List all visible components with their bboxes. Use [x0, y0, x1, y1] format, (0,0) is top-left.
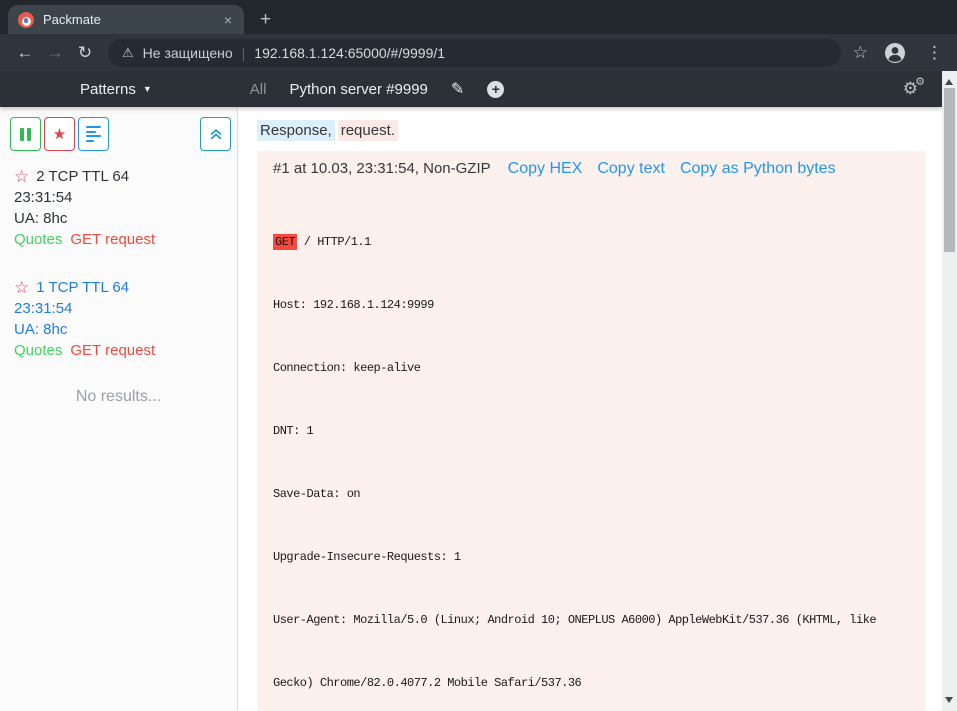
chevron-double-up-icon [209, 127, 223, 141]
avatar[interactable] [884, 42, 906, 64]
gear-small-icon: ⚙ [915, 75, 925, 88]
settings-gears-icon[interactable]: ⚙ ⚙ [903, 79, 918, 99]
header-line: Upgrade-Insecure-Requests: 1 [273, 547, 916, 568]
tag-quotes: Quotes [14, 231, 62, 248]
caret-down-icon: ▼ [143, 84, 152, 94]
profile-icon [884, 42, 906, 64]
http-method-highlight: GET [273, 234, 297, 250]
tag-get-request: GET request [70, 342, 155, 359]
app-navbar: Patterns ▼ All Python server #9999 ✎ + ⚙… [0, 71, 942, 107]
stream-time: 23:31:54 [14, 298, 223, 319]
copy-python-bytes-link[interactable]: Copy as Python bytes [680, 160, 836, 178]
legend-request: request. [338, 120, 398, 141]
legend-response: Response, [257, 120, 335, 141]
url-bar[interactable]: ⚠ Не защищено | 192.168.1.124:65000/#/99… [108, 39, 841, 67]
stream-tags: Quotes GET request [14, 229, 223, 250]
color-legend: Response,request. [257, 122, 926, 139]
stream-list: ☆ 2 TCP TTL 64 23:31:54 UA: 8hc Quotes GE… [0, 151, 237, 406]
align-left-icon [86, 124, 101, 145]
browser-tab-bar: Packmate × + [0, 0, 957, 34]
header-line: Connection: keep-alive [273, 358, 916, 379]
stream-ua: UA: 8hc [14, 319, 223, 340]
packmate-favicon-icon [18, 12, 34, 28]
request-line: GET / HTTP/1.1 [273, 232, 916, 253]
patterns-dropdown[interactable]: Patterns ▼ [80, 81, 152, 98]
not-secure-warning-icon[interactable]: ⚠ [122, 45, 134, 61]
scrollbar-thumb[interactable] [944, 88, 955, 252]
tag-quotes: Quotes [14, 342, 62, 359]
request-payload: GET / HTTP/1.1 Host: 192.168.1.124:9999 … [273, 190, 916, 711]
stream-time: 23:31:54 [14, 187, 223, 208]
patterns-label: Patterns [80, 81, 136, 98]
header-line: Save-Data: on [273, 484, 916, 505]
sidebar-controls: ★ [0, 117, 237, 151]
page: Patterns ▼ All Python server #9999 ✎ + ⚙… [0, 71, 957, 711]
header-line: DNT: 1 [273, 421, 916, 442]
page-scrollbar[interactable] [942, 71, 957, 711]
sidebar: ★ [0, 107, 238, 711]
stream-tags: Quotes GET request [14, 340, 223, 361]
edit-pencil-icon[interactable]: ✎ [451, 79, 464, 99]
request-line-rest: / HTTP/1.1 [297, 235, 371, 249]
toolbar-right: ☆ ⋮ [853, 42, 947, 64]
stream-list-item[interactable]: ☆ 2 TCP TTL 64 23:31:54 UA: 8hc Quotes GE… [14, 166, 223, 250]
header-line: Gecko) Chrome/82.0.4077.2 Mobile Safari/… [273, 673, 916, 694]
stream-list-item-selected[interactable]: ☆ 1 TCP TTL 64 23:31:54 UA: 8hc Quotes GE… [14, 277, 223, 361]
packet-header: #1 at 10.03, 23:31:54, Non-GZIP Copy HEX… [273, 160, 916, 178]
url-text[interactable]: 192.168.1.124:65000/#/9999/1 [254, 45, 445, 61]
favorites-filter-button[interactable]: ★ [44, 117, 75, 151]
tab-close-icon[interactable]: × [222, 12, 234, 28]
pause-capture-button[interactable] [10, 117, 41, 151]
header-line: Host: 192.168.1.124:9999 [273, 295, 916, 316]
star-filled-icon: ★ [53, 127, 66, 142]
back-icon[interactable]: ← [10, 44, 40, 61]
copy-text-link[interactable]: Copy text [597, 160, 665, 178]
pattern-tabs: All Python server #9999 ✎ + [250, 79, 505, 99]
url-separator: | [242, 45, 246, 61]
page-main: Patterns ▼ All Python server #9999 ✎ + ⚙… [0, 71, 942, 711]
collapse-sidebar-button[interactable] [200, 117, 231, 151]
star-outline-icon[interactable]: ☆ [14, 168, 29, 185]
security-label[interactable]: Не защищено [143, 45, 233, 61]
tab-all[interactable]: All [250, 81, 267, 98]
add-pattern-icon[interactable]: + [487, 81, 504, 98]
copy-hex-link[interactable]: Copy HEX [508, 160, 583, 178]
reload-icon[interactable]: ↻ [70, 44, 100, 61]
new-tab-button[interactable]: + [260, 10, 271, 29]
browser-toolbar: ← → ↻ ⚠ Не защищено | 192.168.1.124:6500… [0, 34, 957, 71]
scrollbar-down-arrow-icon[interactable] [945, 697, 953, 703]
tag-get-request: GET request [70, 231, 155, 248]
header-line: User-Agent: Mozilla/5.0 (Linux; Android … [273, 610, 916, 631]
scrollbar-up-arrow-icon[interactable] [945, 79, 953, 85]
tab-title: Packmate [43, 12, 222, 27]
browser-tab[interactable]: Packmate × [8, 5, 244, 34]
stream-title: 2 TCP TTL 64 [36, 166, 129, 187]
packet-content: Response,request. #1 at 10.03, 23:31:54,… [238, 107, 942, 711]
tab-python-server[interactable]: Python server #9999 [289, 81, 427, 98]
browser-window: Packmate × + ← → ↻ ⚠ Не защищено | 192.1… [0, 0, 957, 711]
bookmark-star-icon[interactable]: ☆ [853, 43, 868, 63]
pause-icon [20, 128, 31, 141]
page-body: ★ [0, 107, 942, 711]
packet-block-request: #1 at 10.03, 23:31:54, Non-GZIP Copy HEX… [257, 151, 926, 711]
list-view-button[interactable] [78, 117, 109, 151]
packet-actions: Copy HEX Copy text Copy as Python bytes [508, 160, 836, 178]
browser-menu-icon[interactable]: ⋮ [922, 43, 947, 63]
no-results-label: No results... [14, 388, 223, 406]
forward-icon[interactable]: → [40, 44, 70, 61]
stream-title: 1 TCP TTL 64 [36, 277, 129, 298]
packet-title: #1 at 10.03, 23:31:54, Non-GZIP [273, 160, 491, 177]
stream-ua: UA: 8hc [14, 208, 223, 229]
star-outline-icon[interactable]: ☆ [14, 279, 29, 296]
